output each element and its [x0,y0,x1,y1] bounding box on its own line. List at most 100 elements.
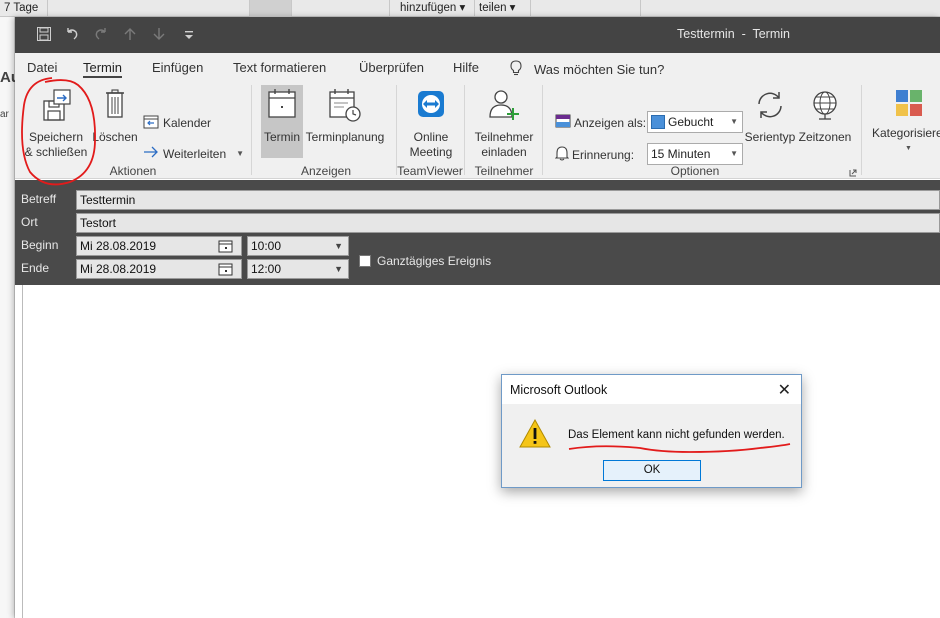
chevron-down-icon: ▼ [236,149,245,158]
background-tab-7-days[interactable]: 7 Tage [0,0,48,17]
dialog-message: Das Element kann nicht gefunden werden. [568,429,785,441]
chevron-down-icon: ▼ [905,145,912,152]
scheduling-icon [305,87,385,127]
chevron-down-icon: ▼ [730,149,738,158]
start-label: Beginn [21,238,59,252]
title-bar: Testtermin - Termin [15,17,940,53]
location-input[interactable]: Testort [76,213,940,233]
error-dialog: Microsoft Outlook ✕ Das Element kann nic… [501,374,802,488]
timezones-button[interactable]: Zeitzonen [797,87,853,145]
busy-swatch [651,115,665,129]
start-time-dropdown[interactable]: 10:00 ▼ [247,236,349,256]
ribbon: Speichern & schließen Löschen Kalender W… [15,81,940,179]
dialog-launcher-icon[interactable] [849,166,857,180]
tab-appointment[interactable]: Termin [83,60,123,78]
start-time-value: 10:00 [251,239,282,253]
invite-label-1: Teilnehmer [474,130,534,144]
redo-icon[interactable] [91,26,111,44]
warning-icon [519,418,551,451]
arrow-up-icon[interactable] [120,26,140,44]
start-date-input[interactable]: Mi 28.08.2019 [76,236,242,256]
online-meeting-button[interactable]: Online Meeting [400,87,462,160]
delete-button[interactable]: Löschen [92,87,138,145]
group-separator [861,85,862,175]
scheduling-button[interactable]: Terminplanung [305,87,385,145]
appointment-view-button[interactable]: Termin [261,87,303,145]
end-time-value: 12:00 [251,262,282,276]
appointment-window: Testtermin - Termin Datei Termin Einfüge… [15,17,940,618]
arrow-down-icon[interactable] [149,26,169,44]
lightbulb-icon [510,60,522,79]
tab-review[interactable]: Überprüfen [359,60,424,75]
show-as-icon [555,114,571,131]
close-icon[interactable]: ✕ [778,380,791,400]
calendar-arrow-icon [143,114,159,132]
categorize-label: Kategorisiere [872,126,940,140]
categorize-icon [895,87,940,123]
tell-me-box[interactable]: Was möchten Sie tun? [510,60,664,79]
invite-label-2: einladen [481,145,527,159]
tell-me-placeholder: Was möchten Sie tun? [534,62,665,77]
tab-help[interactable]: Hilfe [453,60,479,75]
background-segment [48,0,250,17]
recurrence-button[interactable]: Serientyp [744,87,796,145]
background-toolbar: 7 Tage hinzufügen ▾ teilen ▾ [0,0,940,17]
reminder-dropdown[interactable]: 15 Minuten ▼ [647,143,743,165]
forward-label: Weiterleiten [163,146,227,161]
recurrence-icon [744,87,796,127]
appointment-view-label: Termin [263,130,300,144]
reminder-label: Erinnerung: [572,148,635,162]
calendar-icon[interactable] [218,262,233,281]
undo-icon[interactable] [62,26,82,44]
allday-label: Ganztägiges Ereignis [377,254,492,268]
save-close-label-2: & schließen [24,145,88,159]
forward-button[interactable]: Weiterleiten ▼ [143,146,244,161]
tab-insert[interactable]: Einfügen [152,60,203,75]
background-sidebar: Au ar [0,17,20,618]
bell-icon [554,146,570,164]
allday-checkbox[interactable] [359,255,371,267]
show-as-label: Anzeigen als: [574,115,647,130]
dialog-title-bar: Microsoft Outlook ✕ [502,375,801,404]
background-segment-selected [250,0,292,17]
subject-input[interactable]: Testtermin [76,190,940,210]
forward-arrow-icon [143,146,159,161]
dialog-title: Microsoft Outlook [510,383,608,397]
save-close-label-1: Speichern [28,130,84,144]
show-as-value: Gebucht [668,115,714,129]
calendar-button[interactable]: Kalender [143,114,211,132]
location-label: Ort [21,215,38,229]
background-text: ar [0,109,9,120]
tab-format-text[interactable]: Text formatieren [233,60,326,75]
ribbon-tabs: Datei Termin Einfügen Text formatieren Ü… [15,53,940,81]
show-as-dropdown[interactable]: Gebucht ▼ [647,111,743,133]
end-date-value: Mi 28.08.2019 [80,262,157,276]
teamviewer-icon [400,87,462,127]
save-icon[interactable] [34,26,54,44]
appointment-body-editor[interactable] [22,285,940,618]
group-label-options: Optionen [670,164,720,178]
timezones-label: Zeitzonen [798,130,852,144]
save-close-icon [24,87,88,127]
start-date-value: Mi 28.08.2019 [80,239,157,253]
chevron-down-icon: ▼ [730,117,738,126]
group-separator [464,85,465,175]
tab-file[interactable]: Datei [27,60,57,75]
group-separator [542,85,543,175]
scheduling-label: Terminplanung [305,130,385,144]
background-add-button[interactable]: hinzufügen ▾ [390,0,475,17]
end-date-input[interactable]: Mi 28.08.2019 [76,259,242,279]
end-label: Ende [21,261,50,275]
background-share-button[interactable]: teilen ▾ [475,0,531,17]
invite-attendees-button[interactable]: Teilnehmer einladen [471,87,537,160]
calendar-icon[interactable] [218,239,233,258]
customize-qat-icon[interactable] [179,26,199,44]
end-time-dropdown[interactable]: 12:00 ▼ [247,259,349,279]
ok-button[interactable]: OK [603,460,701,481]
group-label-show: Anzeigen [300,164,352,178]
group-separator [396,85,397,175]
categorize-button[interactable]: Kategorisiere ▼ [867,87,940,156]
save-and-close-button[interactable]: Speichern & schließen [24,87,88,160]
globe-icon [797,87,853,127]
chevron-down-icon: ▼ [334,241,343,251]
